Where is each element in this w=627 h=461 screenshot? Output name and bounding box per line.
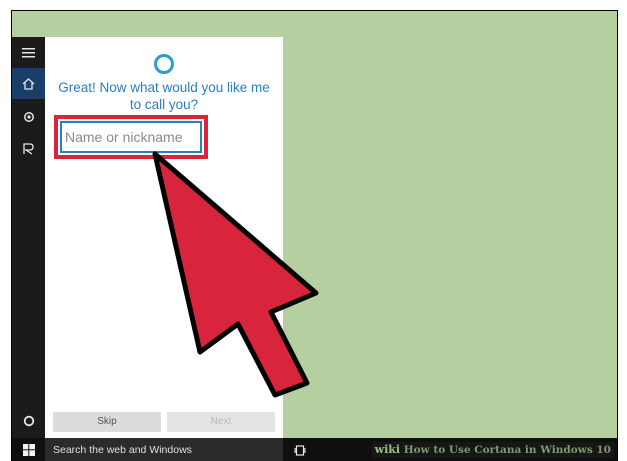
cortana-circle-icon[interactable] — [12, 405, 45, 436]
taskbar-search-box[interactable]: Search the web and Windows — [45, 438, 283, 461]
task-view-icon[interactable] — [288, 438, 312, 461]
windows-logo-icon — [22, 444, 35, 456]
cortana-prompt: Great! Now what would you like me to cal… — [58, 80, 270, 112]
cortana-panel: Great! Now what would you like me to cal… — [45, 37, 283, 438]
home-icon[interactable] — [12, 68, 45, 99]
name-input[interactable] — [60, 121, 202, 153]
skip-button[interactable]: Skip — [53, 412, 161, 432]
cortana-logo-icon — [154, 54, 174, 74]
next-button[interactable]: Next — [167, 412, 275, 432]
hamburger-menu-icon[interactable] — [12, 37, 45, 68]
taskbar: Search the web and Windows wiki How to U… — [12, 438, 617, 461]
watermark-brand: wiki — [374, 443, 401, 456]
watermark-text: How to Use Cortana in Windows 10 — [403, 444, 611, 456]
setup-button-row: Skip Next — [53, 412, 275, 432]
screenshot-frame: Great! Now what would you like me to cal… — [11, 10, 618, 461]
start-button[interactable] — [12, 438, 45, 461]
cortana-left-rail — [12, 37, 45, 438]
feedback-icon[interactable] — [12, 133, 45, 164]
wikihow-watermark: wiki How to Use Cortana in Windows 10 — [371, 442, 614, 458]
notebook-icon[interactable] — [12, 101, 45, 132]
